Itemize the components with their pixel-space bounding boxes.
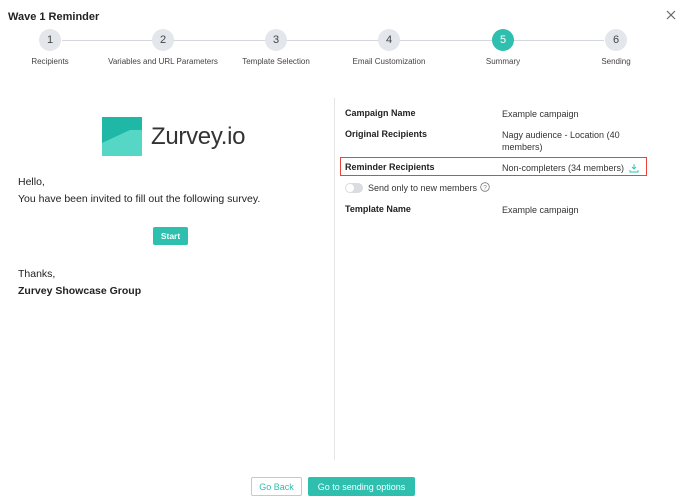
- email-body: Hello, You have been invited to fill out…: [18, 174, 318, 208]
- svg-text:?: ?: [483, 184, 487, 191]
- summary-value: Nagy audience - Location (40 members): [502, 130, 620, 152]
- step-number: 4: [378, 29, 400, 51]
- zurvey-logo: Zurvey.io: [102, 117, 246, 156]
- close-icon[interactable]: [664, 8, 678, 22]
- zurvey-logo-icon: [102, 117, 142, 156]
- step-email-customization[interactable]: 4 Email Customization: [334, 29, 444, 67]
- summary-value-wrapper: Non-completers (34 members): [502, 162, 662, 176]
- toggle-knob: [346, 184, 354, 192]
- step-label: Sending: [601, 57, 631, 66]
- email-closing: Thanks, Zurvey Showcase Group: [18, 266, 141, 300]
- summary-value: Example campaign: [502, 109, 579, 119]
- step-template-selection[interactable]: 3 Template Selection: [221, 29, 331, 67]
- step-label: Email Customization: [352, 57, 426, 66]
- step-number: 6: [605, 29, 627, 51]
- step-number: 1: [39, 29, 61, 51]
- download-icon[interactable]: [629, 163, 639, 176]
- send-only-new-toggle[interactable]: [345, 183, 363, 193]
- step-number: 3: [265, 29, 287, 51]
- logo-text: Zurvey.io: [151, 122, 246, 150]
- help-icon[interactable]: ?: [480, 182, 490, 194]
- step-number-active: 5: [492, 29, 514, 51]
- modal-title: Wave 1 Reminder: [8, 11, 100, 23]
- step-sending[interactable]: 6 Sending: [561, 29, 671, 67]
- step-label: Summary: [485, 57, 521, 66]
- step-summary[interactable]: 5 Summary: [448, 29, 558, 67]
- step-number: 2: [152, 29, 174, 51]
- summary-label: Campaign Name: [345, 108, 416, 118]
- send-only-new-row: Send only to new members ?: [345, 182, 490, 194]
- email-signature: Zurvey Showcase Group: [18, 285, 142, 297]
- step-label: Recipients: [31, 57, 69, 66]
- summary-value: Example campaign: [502, 205, 579, 215]
- step-recipients[interactable]: 1 Recipients: [0, 29, 105, 67]
- send-only-new-label: Send only to new members: [368, 183, 478, 193]
- summary-label: Original Recipients: [345, 129, 428, 139]
- step-label: Template Selection: [242, 57, 310, 66]
- step-label: Variables and URL Parameters: [108, 57, 218, 66]
- step-variables[interactable]: 2 Variables and URL Parameters: [108, 29, 218, 67]
- summary-label: Template Name: [345, 204, 411, 214]
- email-message: You have been invited to fill out the fo…: [18, 193, 261, 205]
- email-thanks: Thanks,: [18, 268, 56, 280]
- summary-label: Reminder Recipients: [345, 162, 435, 172]
- email-greeting: Hello,: [18, 176, 45, 188]
- summary-value: Non-completers (34 members): [502, 163, 625, 173]
- modal-footer: Go Back Go to sending options: [0, 470, 688, 504]
- progress-stepper: 1 Recipients 2 Variables and URL Paramet…: [0, 29, 688, 79]
- start-button[interactable]: Start: [153, 227, 188, 245]
- panel-divider: [334, 98, 335, 460]
- go-back-button[interactable]: Go Back: [251, 477, 302, 496]
- go-to-sending-options-button[interactable]: Go to sending options: [308, 477, 415, 496]
